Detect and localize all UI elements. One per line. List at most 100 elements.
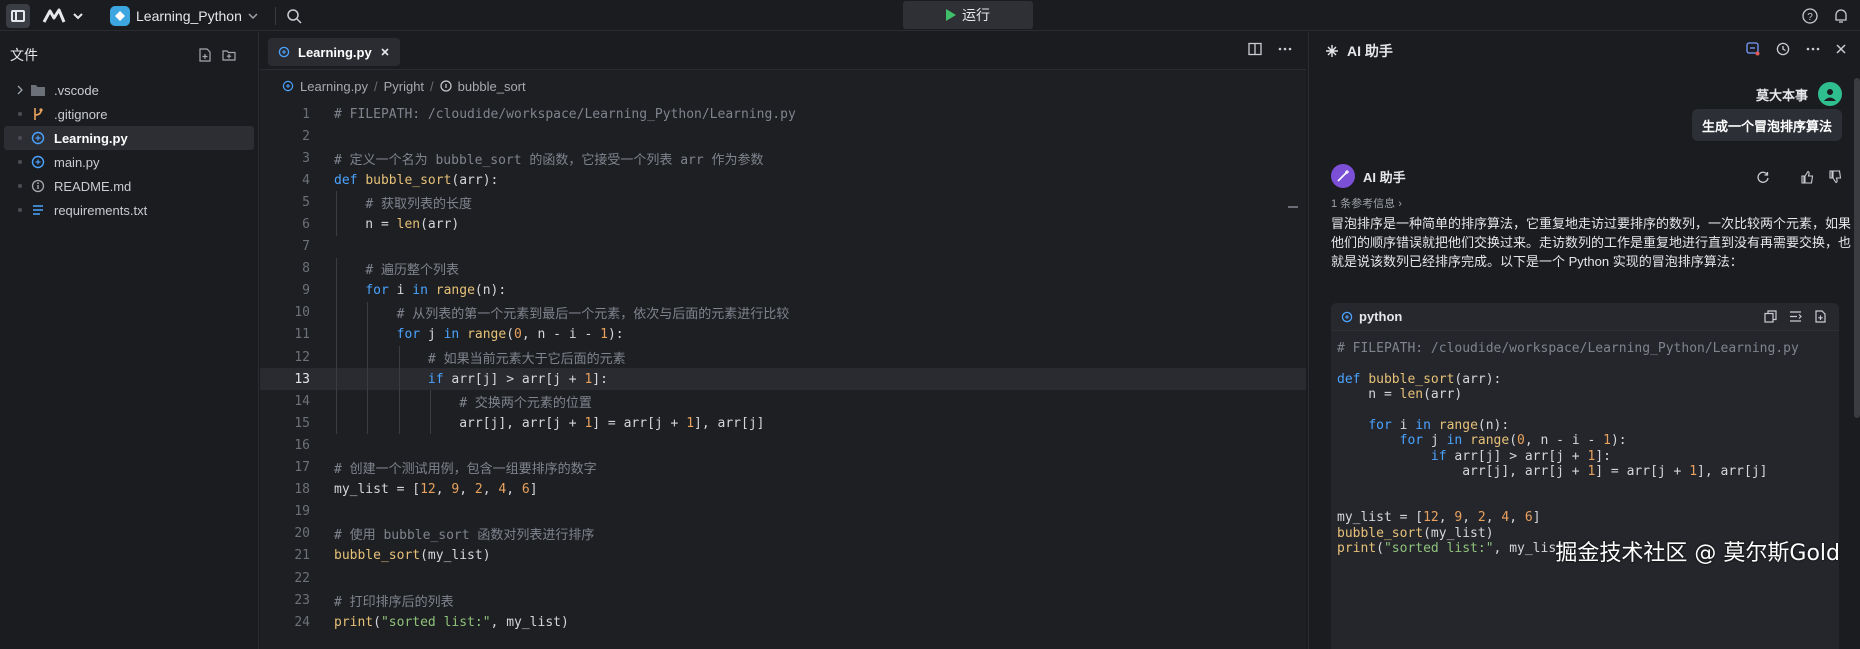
indent-guide (336, 390, 337, 413)
breadcrumb-item[interactable]: Learning.py (300, 79, 368, 94)
close-icon[interactable] (380, 47, 390, 57)
ai-panel-title: AI 助手 (1347, 43, 1393, 59)
code-line[interactable]: 7 (260, 236, 1306, 258)
new-file-from-code-icon[interactable] (1814, 310, 1827, 323)
code-block-line (1337, 480, 1839, 495)
code-line[interactable]: 20 # 使用 bubble_sort 函数对列表进行排序 (260, 523, 1306, 545)
indent-guide (336, 323, 337, 347)
code-line[interactable]: 13 if arr[j] > arr[j + 1]: (260, 368, 1306, 391)
line-number: 14 (294, 393, 310, 409)
line-number: 10 (294, 305, 310, 321)
split-editor-icon[interactable] (1248, 42, 1262, 56)
text-file-icon (30, 202, 46, 218)
new-folder-icon[interactable] (222, 48, 236, 62)
bot-name: AI 助手 (1363, 169, 1406, 185)
close-icon[interactable] (1836, 44, 1846, 54)
code-text: # 使用 bubble_sort 函数对列表进行排序 (334, 528, 595, 544)
tab-learning-py[interactable]: Learning.py (268, 38, 400, 66)
code-line[interactable]: 14 # 交换两个元素的位置 (260, 390, 1306, 413)
code-text: for i in range(n): (365, 283, 507, 299)
search-button[interactable] (284, 6, 304, 26)
code-line[interactable]: 10 # 从列表的第一个元素到最后一个元素，依次与后面的元素进行比较 (260, 301, 1306, 324)
folder-icon (30, 82, 46, 98)
tree-item-main-py[interactable]: main.py (0, 150, 258, 174)
indent-guide (398, 368, 400, 391)
code-text: for j in range(0, n - i - 1): (396, 327, 624, 343)
new-chat-icon[interactable] (1746, 42, 1760, 56)
code-line[interactable]: 22 (260, 567, 1306, 589)
code-line[interactable]: 6 n = len(arr) (260, 213, 1306, 236)
code-line[interactable]: 23 # 打印排序后的列表 (260, 589, 1306, 611)
line-number: 21 (294, 548, 310, 564)
project-selector[interactable]: Learning_Python (110, 4, 258, 28)
code-line[interactable]: 8 # 遍历整个列表 (260, 257, 1306, 280)
code-line[interactable]: 4 def bubble_sort(arr): (260, 169, 1306, 191)
regenerate-icon[interactable] (1756, 170, 1770, 184)
python-file-icon (30, 130, 46, 146)
code-block-line (1337, 403, 1839, 418)
code-line[interactable]: 11 for j in range(0, n - i - 1): (260, 323, 1306, 347)
user-icon (1824, 89, 1836, 101)
code-line[interactable]: 9 for i in range(n): (260, 279, 1306, 302)
run-button[interactable]: 运行 (903, 1, 1033, 29)
chevron-down-icon (248, 13, 258, 20)
code-line[interactable]: 2 (260, 125, 1306, 147)
tree-item-readme[interactable]: README.md (0, 174, 258, 198)
code-block-line: arr[j], arr[j + 1] = arr[j + 1], arr[j] (1337, 464, 1768, 480)
references-link[interactable]: 1 条参考信息 › (1331, 195, 1402, 211)
tree-item-gitignore[interactable]: .gitignore (0, 102, 258, 126)
bot-message-header: AI 助手 (1331, 164, 1406, 188)
code-line[interactable]: 18 my_list = [12, 9, 2, 4, 6] (260, 479, 1306, 501)
thumbs-down-icon[interactable] (1828, 170, 1842, 184)
code-line[interactable]: 24 print("sorted list:", my_list) (260, 611, 1306, 633)
editor-tabs: Learning.py (260, 32, 1306, 70)
code-editor: Learning.py Learning.py / Pyright / bubb… (260, 32, 1306, 649)
breadcrumb-item[interactable]: bubble_sort (458, 79, 526, 94)
bot-avatar (1331, 164, 1355, 188)
breadcrumb-item[interactable]: Pyright (384, 79, 424, 94)
code-line[interactable]: 3 # 定义一个名为 bubble_sort 的函数，它接受一个列表 arr 作为… (260, 147, 1306, 169)
run-label: 运行 (962, 7, 990, 23)
thumbs-up-icon[interactable] (1800, 170, 1814, 184)
code-text: # 创建一个测试用例，包含一组要排序的数字 (334, 462, 597, 478)
new-file-icon[interactable] (198, 48, 212, 62)
tree-item-requirements[interactable]: requirements.txt (0, 198, 258, 222)
more-icon[interactable] (1806, 47, 1820, 51)
code-line[interactable]: 1 # FILEPATH: /cloudide/workspace/Learnin… (260, 103, 1306, 125)
code-line[interactable]: 21 bubble_sort(my_list) (260, 545, 1306, 567)
code-line[interactable]: 15 arr[j], arr[j + 1] = arr[j + 1], arr[… (260, 412, 1306, 435)
code-line[interactable]: 5 # 获取列表的长度 (260, 191, 1306, 214)
code-line[interactable]: 16 (260, 434, 1306, 456)
sidebar-toggle-button[interactable] (6, 4, 30, 28)
code-block-line: my_list = [12, 9, 2, 4, 6] (1337, 510, 1541, 526)
more-icon[interactable] (1278, 47, 1292, 51)
user-message-bubble: 生成一个冒泡排序算法 (1691, 109, 1842, 141)
copy-icon[interactable] (1764, 310, 1777, 323)
ai-panel-scrollbar[interactable] (1854, 78, 1860, 418)
insert-code-icon[interactable] (1789, 310, 1802, 323)
history-icon[interactable] (1776, 42, 1790, 56)
tree-item-vscode[interactable]: .vscode (0, 78, 258, 102)
play-icon (946, 9, 956, 21)
code-line[interactable]: 19 (260, 501, 1306, 523)
indent-guide (398, 390, 400, 413)
indent-guide (336, 412, 337, 435)
avatar (1818, 82, 1842, 106)
line-number: 12 (294, 349, 310, 365)
watermark: 掘金技术社区 @ 莫尔斯Gold (1555, 541, 1840, 566)
code-block-content[interactable]: # FILEPATH: /cloudide/workspace/Learning… (1331, 331, 1839, 556)
tree-item-learning-py[interactable]: Learning.py (4, 126, 254, 150)
help-button[interactable]: ? (1800, 6, 1820, 26)
code-line[interactable]: 12 # 如果当前元素大于它后面的元素 (260, 346, 1306, 369)
code-block-line: for j in range(0, n - i - 1): (1399, 433, 1627, 449)
code-text: # 从列表的第一个元素到最后一个元素，依次与后面的元素进行比较 (396, 307, 790, 323)
app-logo-menu[interactable] (42, 6, 92, 26)
line-number: 16 (294, 437, 310, 453)
code-line[interactable]: 17 # 创建一个测试用例，包含一组要排序的数字 (260, 457, 1306, 479)
code-block-line (1337, 356, 1839, 371)
notifications-button[interactable] (1831, 6, 1851, 26)
code-area[interactable]: 1 # FILEPATH: /cloudide/workspace/Learnin… (260, 103, 1306, 649)
indent-guide (367, 323, 369, 347)
indent-guide (429, 412, 431, 435)
code-block-line (1337, 495, 1839, 510)
